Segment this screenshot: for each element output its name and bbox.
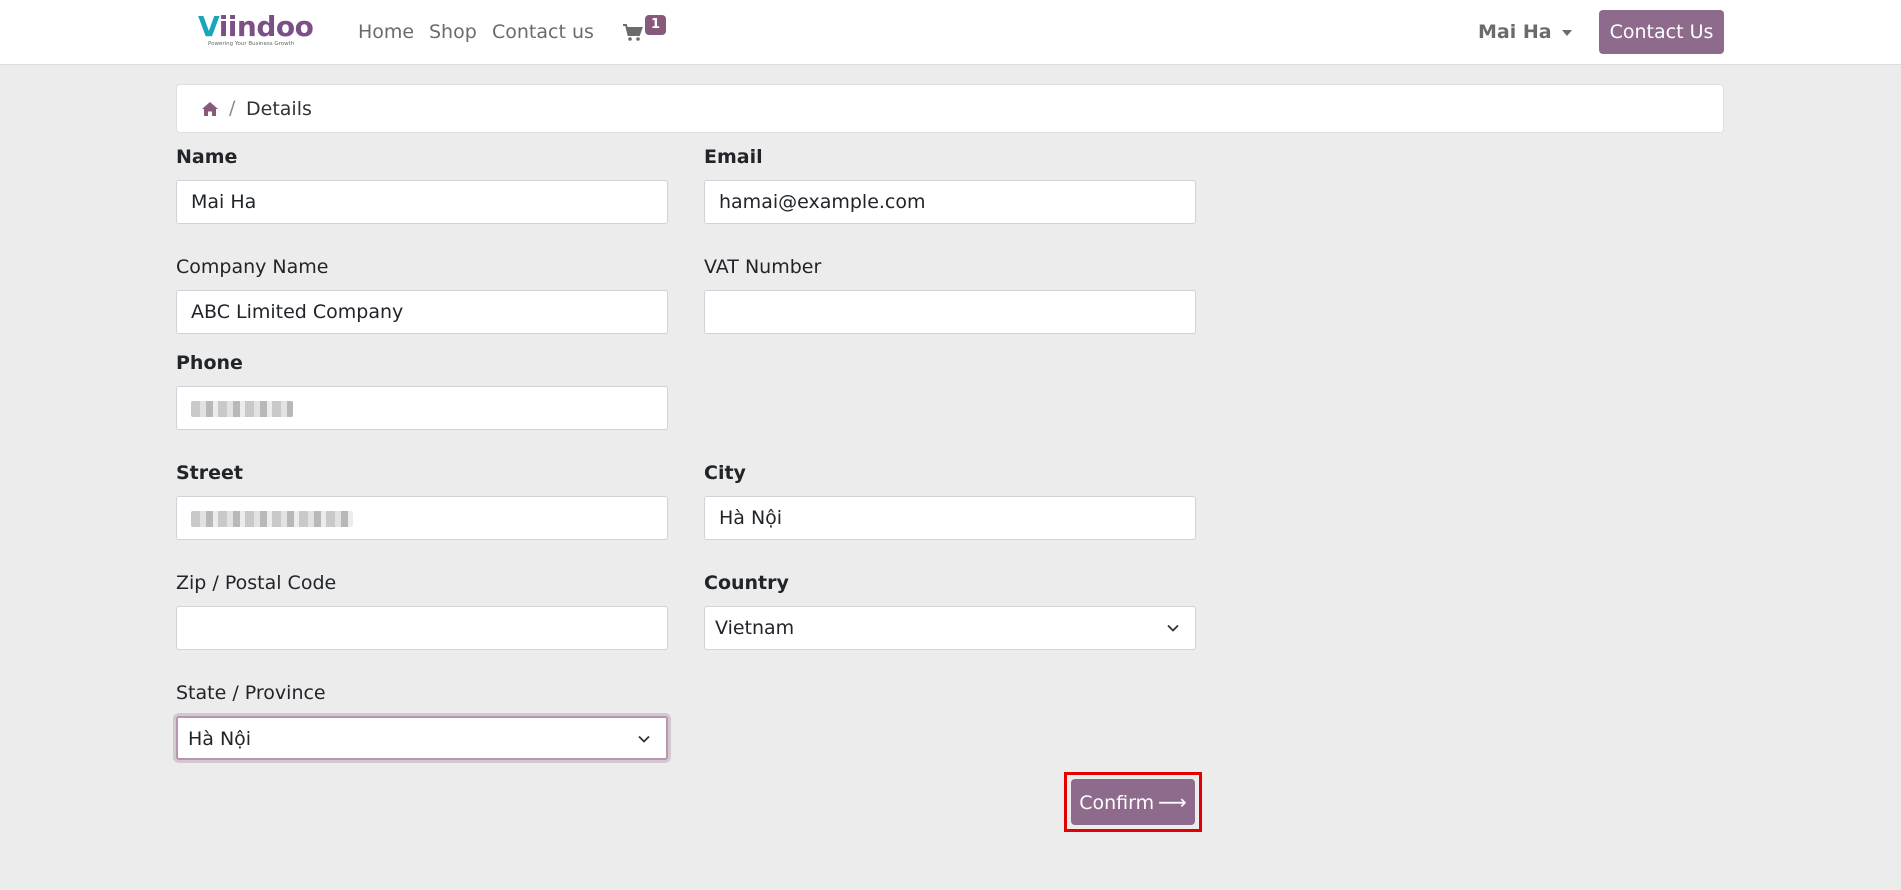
- country-label: Country: [704, 572, 789, 594]
- street-input[interactable]: [176, 496, 668, 540]
- phone-redacted-value: [191, 400, 293, 417]
- state-selected-value: Hà Nội: [188, 728, 252, 750]
- cart-icon: [623, 24, 643, 41]
- email-input[interactable]: [704, 180, 1196, 224]
- breadcrumb-current: Details: [246, 98, 312, 120]
- company-name-input[interactable]: [176, 290, 668, 334]
- confirm-label: Confirm: [1079, 792, 1155, 814]
- chevron-down-icon: [1167, 624, 1179, 632]
- caret-down-icon: [1561, 29, 1572, 36]
- home-icon[interactable]: [201, 101, 219, 117]
- phone-label: Phone: [176, 352, 243, 374]
- logo-letter-v: V: [198, 10, 219, 43]
- cart-count-badge: 1: [645, 15, 667, 35]
- top-navbar: Viindoo Powering Your Business Growth Ho…: [0, 0, 1901, 65]
- logo-wordmark: Viindoo: [198, 10, 314, 43]
- chevron-down-icon: [638, 735, 650, 743]
- email-label: Email: [704, 146, 763, 168]
- breadcrumb-separator: /: [229, 97, 236, 119]
- contact-us-button[interactable]: Contact Us: [1599, 10, 1724, 54]
- nav-shop[interactable]: Shop: [429, 20, 477, 44]
- arrow-right-icon: ⟶: [1158, 790, 1187, 814]
- company-name-label: Company Name: [176, 256, 329, 278]
- logo-tagline: Powering Your Business Growth: [208, 41, 295, 47]
- user-menu-dropdown[interactable]: Mai Ha: [1478, 20, 1572, 44]
- city-input[interactable]: [704, 496, 1196, 540]
- name-label: Name: [176, 146, 238, 168]
- nav-contact-us[interactable]: Contact us: [492, 20, 594, 44]
- logo-letters-rest: iindoo: [218, 10, 314, 43]
- confirm-button[interactable]: Confirm ⟶: [1071, 779, 1195, 825]
- phone-input[interactable]: [176, 386, 668, 430]
- state-label: State / Province: [176, 682, 326, 704]
- street-redacted-value: [191, 510, 353, 527]
- name-input[interactable]: [176, 180, 668, 224]
- viindoo-logo[interactable]: Viindoo Powering Your Business Growth: [198, 10, 314, 52]
- cart-link[interactable]: 1: [623, 15, 668, 46]
- country-select[interactable]: Vietnam: [704, 606, 1196, 650]
- street-label: Street: [176, 462, 243, 484]
- zip-label: Zip / Postal Code: [176, 572, 337, 594]
- state-select[interactable]: Hà Nội: [176, 716, 668, 760]
- country-selected-value: Vietnam: [715, 617, 795, 639]
- nav-home[interactable]: Home: [358, 20, 414, 44]
- zip-input[interactable]: [176, 606, 668, 650]
- vat-number-label: VAT Number: [704, 256, 822, 278]
- vat-number-input[interactable]: [704, 290, 1196, 334]
- city-label: City: [704, 462, 746, 484]
- user-name: Mai Ha: [1478, 21, 1552, 43]
- breadcrumb: / Details: [176, 84, 1724, 133]
